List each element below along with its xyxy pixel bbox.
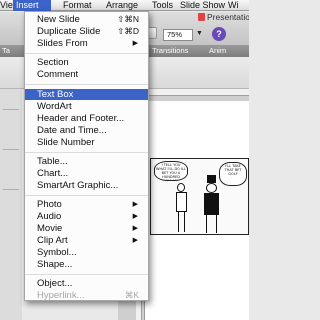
menu-item-slide-number[interactable]: Slide Number: [25, 137, 148, 148]
menu-item-shape[interactable]: Shape...: [25, 259, 148, 270]
help-button[interactable]: ?: [212, 27, 226, 41]
zoom-field[interactable]: 75%: [163, 29, 193, 41]
menu-item-smartart-graphic[interactable]: SmartArt Graphic...: [25, 180, 148, 191]
menu-insert[interactable]: Insert: [13, 0, 51, 11]
menu-tools[interactable]: Tools: [152, 0, 173, 11]
figure-head: [177, 183, 185, 192]
tab-transitions[interactable]: Transitions: [152, 45, 188, 57]
menu-item-section[interactable]: Section: [25, 57, 148, 68]
menu-item-slides-from[interactable]: Slides From ▶: [25, 38, 148, 49]
menu-item-chart[interactable]: Chart...: [25, 168, 148, 179]
menu-item-photo[interactable]: Photo ▶: [25, 199, 148, 210]
menu-item-label: Header and Footer...: [37, 113, 125, 124]
menu-item-label: Section: [37, 57, 69, 68]
menu-separator: [25, 195, 148, 196]
zoom-dropdown-icon[interactable]: ▼: [196, 30, 203, 37]
menu-item-label: Clip Art: [37, 235, 68, 246]
menu-separator: [25, 152, 148, 153]
submenu-arrow-icon: ▶: [132, 237, 138, 244]
menu-item-label: Audio: [37, 211, 62, 222]
thumbnail-divider: [3, 109, 19, 110]
figure-head: [206, 183, 217, 193]
menu-item-movie[interactable]: Movie ▶: [25, 223, 148, 234]
menu-item-date-and-time[interactable]: Date and Time...: [25, 125, 148, 136]
menu-item-label: Hyperlink...: [37, 290, 85, 301]
speech-bubble-right: I'LL TAKE THAT BET GOLF: [219, 162, 247, 186]
menu-item-label: Text Box: [37, 89, 74, 100]
menu-item-label: SmartArt Graphic...: [37, 180, 119, 191]
menu-item-label: Slides From: [37, 38, 88, 49]
menu-item-object[interactable]: Object...: [25, 278, 148, 289]
menu-format[interactable]: Format: [63, 0, 92, 11]
tab-tables[interactable]: Ta: [2, 45, 10, 57]
tab-animations[interactable]: Anim: [209, 45, 226, 57]
menu-item-label: Slide Number: [37, 137, 95, 148]
menu-window[interactable]: Wi: [228, 0, 239, 11]
document-icon: [198, 13, 205, 21]
menu-item-label: Chart...: [37, 168, 69, 179]
shortcut-label: ⇧⌘N: [117, 14, 139, 24]
menu-item-header-and-footer[interactable]: Header and Footer...: [25, 113, 148, 124]
menu-item-label: WordArt: [37, 101, 72, 112]
menu-item-duplicate-slide[interactable]: Duplicate Slide ⇧⌘D: [25, 26, 148, 37]
menu-item-text-box[interactable]: Text Box: [25, 89, 148, 100]
thumbnail-divider: [3, 149, 19, 150]
top-hat: [207, 175, 216, 183]
menu-item-label: New Slide: [37, 14, 80, 25]
menu-item-label: Duplicate Slide: [37, 26, 101, 37]
menu-item-table[interactable]: Table...: [25, 156, 148, 167]
speech-bubble-left: I TELL YOU WHAT I'LL DO ILL BET YOU A HU…: [154, 161, 188, 181]
figure-body: [176, 192, 187, 212]
submenu-arrow-icon: ▶: [132, 201, 138, 208]
menu-separator: [25, 84, 148, 85]
submenu-arrow-icon: ▶: [132, 40, 138, 47]
submenu-arrow-icon: ▶: [132, 225, 138, 232]
menu-bar: View Insert Format Arrange Tools Slide S…: [0, 0, 249, 11]
document-title-text: Presentation: [207, 12, 249, 22]
menu-item-symbol[interactable]: Symbol...: [25, 247, 148, 258]
menu-item-wordart[interactable]: WordArt: [25, 101, 148, 112]
menu-separator: [25, 274, 148, 275]
figure-legs: [206, 215, 217, 233]
menu-item-new-slide[interactable]: New Slide ⇧⌘N: [25, 14, 148, 25]
menu-item-label: Object...: [37, 278, 73, 289]
menu-item-label: Table...: [37, 156, 68, 167]
menu-item-comment[interactable]: Comment: [25, 69, 148, 80]
shortcut-label: ⌘K: [124, 290, 139, 300]
figure-body: [204, 193, 219, 215]
cartoon-image[interactable]: I TELL YOU WHAT I'LL DO ILL BET YOU A HU…: [150, 158, 249, 235]
menu-item-audio[interactable]: Audio ▶: [25, 211, 148, 222]
menu-item-label: Shape...: [37, 259, 73, 270]
shortcut-label: ⇧⌘D: [117, 26, 139, 36]
menu-item-clip-art[interactable]: Clip Art ▶: [25, 235, 148, 246]
menu-item-hyperlink: Hyperlink... ⌘K: [25, 290, 148, 301]
menu-item-label: Date and Time...: [37, 125, 107, 136]
thumbnail-divider: [3, 189, 19, 190]
menu-separator: [25, 53, 148, 54]
menu-item-label: Comment: [37, 69, 79, 80]
menu-slide-show[interactable]: Slide Show: [180, 0, 225, 11]
submenu-arrow-icon: ▶: [132, 213, 138, 220]
menu-item-label: Symbol...: [37, 247, 77, 258]
document-title: Presentation: [198, 12, 249, 23]
figure-legs: [178, 212, 185, 232]
menu-arrange[interactable]: Arrange: [106, 0, 138, 11]
insert-menu: New Slide ⇧⌘N Duplicate Slide ⇧⌘D Slides F…: [24, 11, 149, 301]
menu-item-label: Photo: [37, 199, 62, 210]
menu-item-label: Movie: [37, 223, 63, 234]
slide-thumbnail-pane[interactable]: [0, 89, 22, 320]
